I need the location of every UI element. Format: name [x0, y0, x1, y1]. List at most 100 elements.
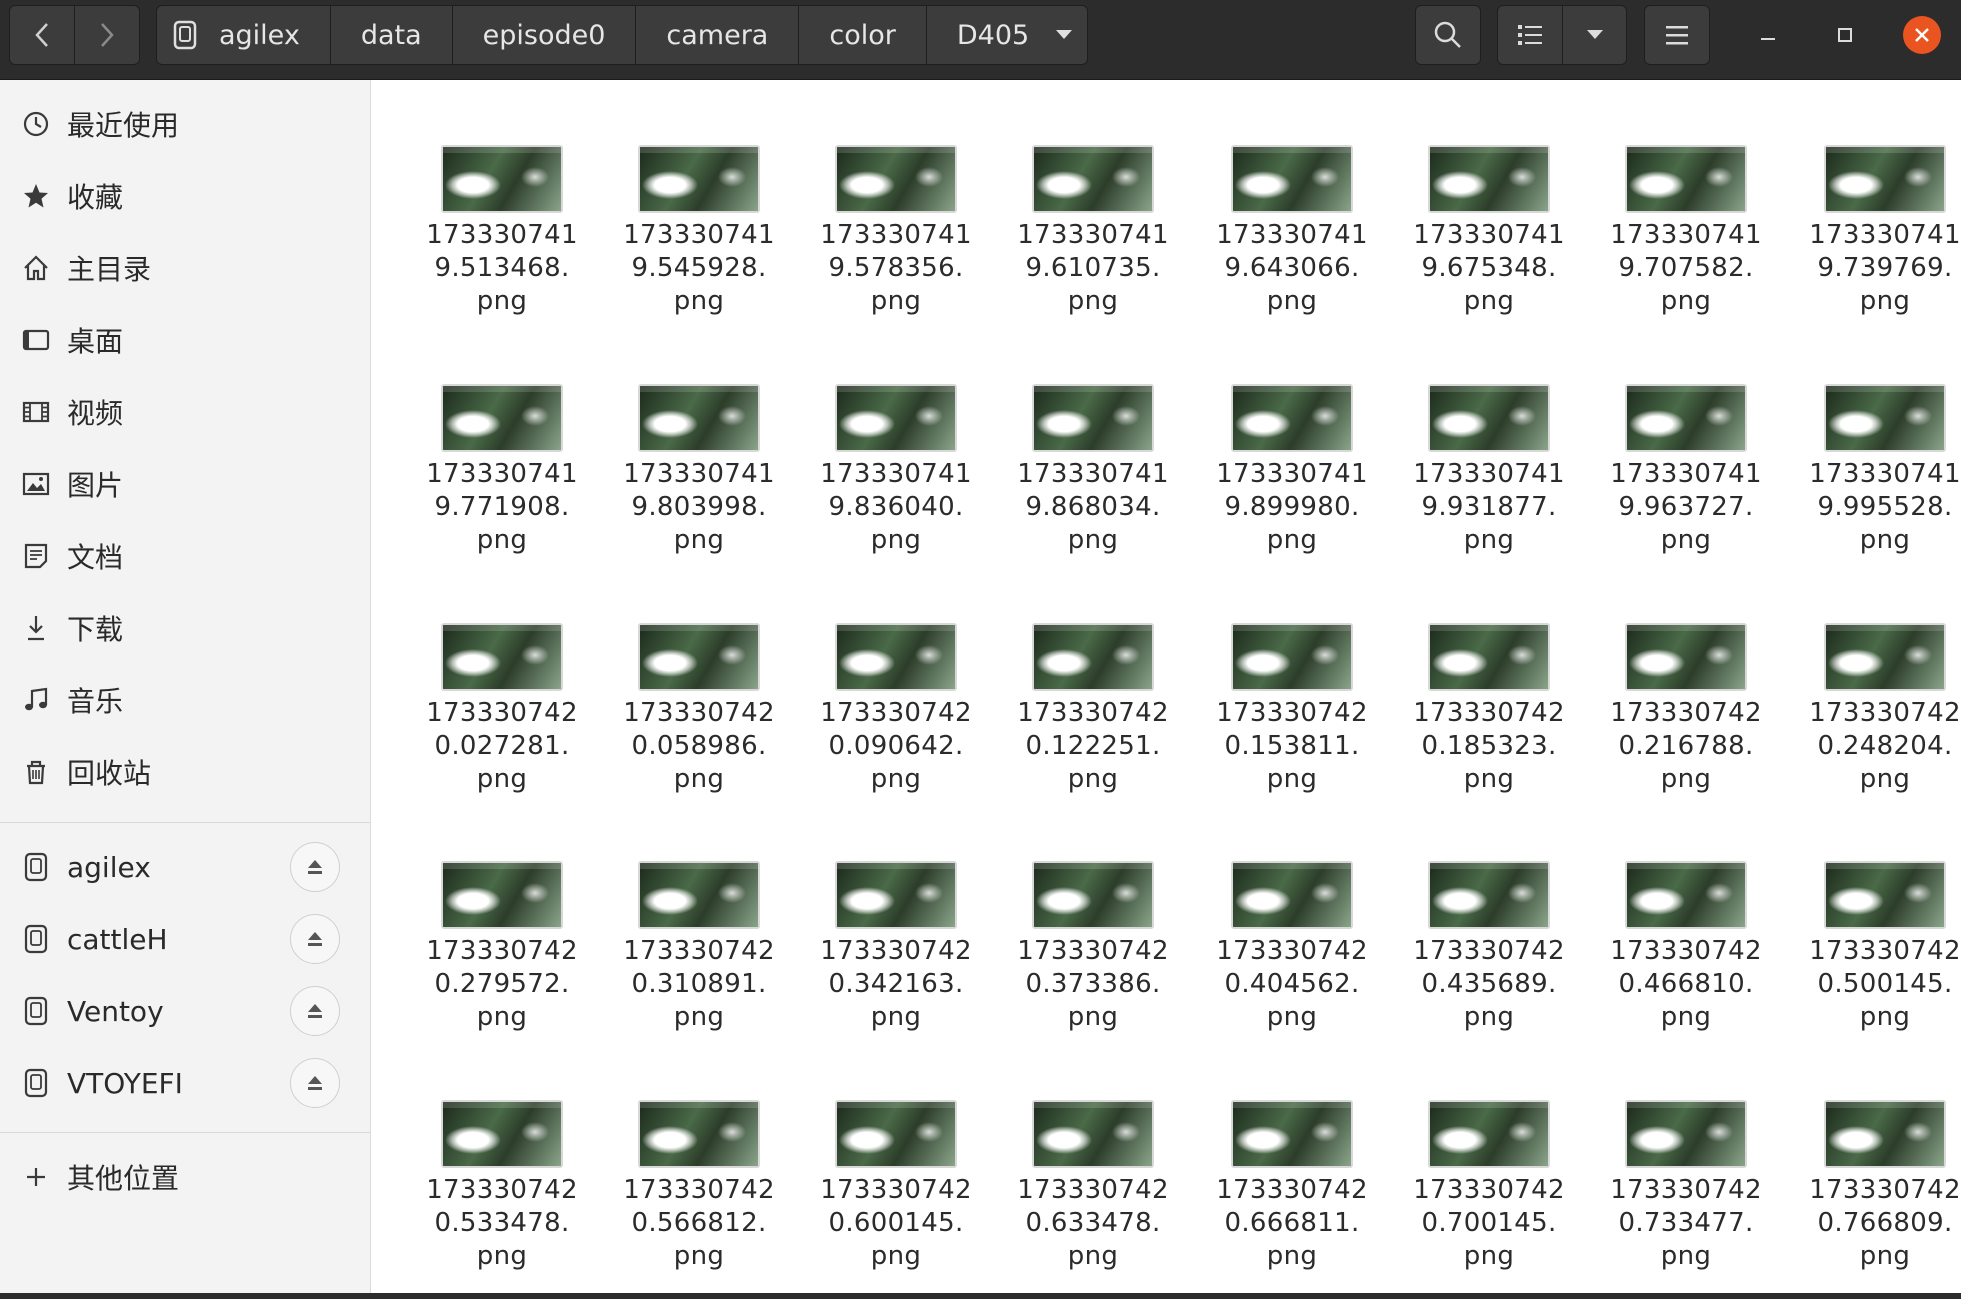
- file-name: 173330742 0.279572. png: [403, 935, 601, 1034]
- sidebar-item-documents[interactable]: 文档: [0, 526, 370, 586]
- file-item[interactable]: 173330741 9.836040. png: [797, 384, 971, 584]
- sidebar-item-desktop[interactable]: 桌面: [0, 310, 370, 370]
- file-item[interactable]: 173330741 9.963727. png: [1587, 384, 1761, 584]
- file-item[interactable]: 173330742 0.153811. png: [1193, 623, 1367, 823]
- sidebar-device-ventoy[interactable]: Ventoy: [0, 981, 370, 1041]
- file-item[interactable]: 173330741 9.931877. png: [1390, 384, 1564, 584]
- file-name-line: png: [1859, 1002, 1911, 1032]
- eject-icon: [308, 1076, 322, 1090]
- file-name-line: 9.771908.: [434, 492, 570, 522]
- file-name: 173330742 0.404562. png: [1193, 935, 1391, 1034]
- file-item[interactable]: 173330742 0.766809. png: [1786, 1100, 1960, 1293]
- file-name: 173330741 9.803998. png: [600, 458, 798, 557]
- clock-icon: [20, 108, 52, 140]
- sidebar-item-home[interactable]: 主目录: [0, 238, 370, 298]
- file-name-line: 0.404562.: [1224, 969, 1360, 999]
- file-item[interactable]: 173330741 9.739769. png: [1786, 145, 1960, 345]
- sidebar-item-videos[interactable]: 视频: [0, 382, 370, 442]
- file-item[interactable]: 173330742 0.090642. png: [797, 623, 971, 823]
- sidebar-item-pictures[interactable]: 图片: [0, 454, 370, 514]
- file-item[interactable]: 173330742 0.342163. png: [797, 861, 971, 1061]
- breadcrumb-item-camera[interactable]: camera: [636, 5, 800, 65]
- minimize-button[interactable]: [1745, 12, 1791, 58]
- file-item[interactable]: 173330742 0.466810. png: [1587, 861, 1761, 1061]
- file-item[interactable]: 173330741 9.610735. png: [994, 145, 1168, 345]
- sidebar-item-recent[interactable]: 最近使用: [0, 94, 370, 154]
- forward-button[interactable]: [75, 5, 140, 65]
- file-item[interactable]: 173330741 9.707582. png: [1587, 145, 1761, 345]
- breadcrumb-item-agilex[interactable]: agilex: [156, 5, 331, 65]
- sidebar-item-other-locations[interactable]: 其他位置: [0, 1147, 370, 1207]
- sidebar-item-starred[interactable]: 收藏: [0, 166, 370, 226]
- file-item[interactable]: 173330742 0.279572. png: [403, 861, 577, 1061]
- file-item[interactable]: 173330742 0.566812. png: [600, 1100, 774, 1293]
- file-item[interactable]: 173330742 0.600145. png: [797, 1100, 971, 1293]
- eject-button[interactable]: [290, 914, 340, 964]
- sidebar-device-agilex[interactable]: agilex: [0, 837, 370, 897]
- eject-icon: [308, 860, 322, 874]
- breadcrumb-item-data[interactable]: data: [330, 5, 453, 65]
- sidebar-item-music[interactable]: 音乐: [0, 670, 370, 730]
- file-item[interactable]: 173330742 0.216788. png: [1587, 623, 1761, 823]
- file-name-line: 173330741: [426, 459, 578, 489]
- file-name-line: 9.836040.: [828, 492, 964, 522]
- file-name: 173330741 9.931877. png: [1390, 458, 1588, 557]
- file-item[interactable]: 173330742 0.248204. png: [1786, 623, 1960, 823]
- file-name-line: png: [1660, 1241, 1712, 1271]
- file-item[interactable]: 173330741 9.995528. png: [1786, 384, 1960, 584]
- file-name-line: 0.058986.: [631, 731, 767, 761]
- file-item[interactable]: 173330742 0.310891. png: [600, 861, 774, 1061]
- file-name: 173330742 0.733477. png: [1587, 1174, 1785, 1273]
- file-name: 173330741 9.836040. png: [797, 458, 995, 557]
- sidebar-separator: [0, 1132, 370, 1133]
- file-item[interactable]: 173330742 0.500145. png: [1786, 861, 1960, 1061]
- file-item[interactable]: 173330741 9.899980. png: [1193, 384, 1367, 584]
- file-item[interactable]: 173330741 9.771908. png: [403, 384, 577, 584]
- file-item[interactable]: 173330741 9.513468. png: [403, 145, 577, 345]
- breadcrumb-item-d405[interactable]: D405: [926, 5, 1089, 65]
- file-thumbnail: [441, 384, 563, 452]
- menu-button[interactable]: [1644, 5, 1710, 65]
- file-thumbnail: [441, 861, 563, 929]
- file-item[interactable]: 173330741 9.643066. png: [1193, 145, 1367, 345]
- file-item[interactable]: 173330742 0.027281. png: [403, 623, 577, 823]
- sidebar-item-label: 收藏: [67, 181, 124, 214]
- sidebar-separator: [0, 822, 370, 823]
- file-item[interactable]: 173330742 0.058986. png: [600, 623, 774, 823]
- file-name-line: 9.899980.: [1224, 492, 1360, 522]
- chevron-down-icon: [1586, 30, 1603, 39]
- breadcrumb-item-color[interactable]: color: [799, 5, 927, 65]
- sidebar-device-cattleh[interactable]: cattleH: [0, 909, 370, 969]
- sidebar-item-downloads[interactable]: 下载: [0, 598, 370, 658]
- file-item[interactable]: 173330741 9.578356. png: [797, 145, 971, 345]
- sidebar-item-trash[interactable]: 回收站: [0, 742, 370, 802]
- file-item[interactable]: 173330742 0.666811. png: [1193, 1100, 1367, 1293]
- file-item[interactable]: 173330742 0.733477. png: [1587, 1100, 1761, 1293]
- file-item[interactable]: 173330741 9.545928. png: [600, 145, 774, 345]
- eject-button[interactable]: [290, 1058, 340, 1108]
- back-button[interactable]: [9, 5, 75, 65]
- file-item[interactable]: 173330742 0.185323. png: [1390, 623, 1564, 823]
- breadcrumb-item-episode0[interactable]: episode0: [452, 5, 637, 65]
- maximize-button[interactable]: [1822, 12, 1868, 58]
- file-name-line: png: [1067, 1241, 1119, 1271]
- eject-button[interactable]: [290, 986, 340, 1036]
- file-item[interactable]: 173330741 9.803998. png: [600, 384, 774, 584]
- file-item[interactable]: 173330741 9.675348. png: [1390, 145, 1564, 345]
- file-thumbnail: [1824, 861, 1946, 929]
- file-item[interactable]: 173330742 0.633478. png: [994, 1100, 1168, 1293]
- close-button[interactable]: [1899, 12, 1945, 58]
- file-item[interactable]: 173330742 0.700145. png: [1390, 1100, 1564, 1293]
- search-button[interactable]: [1415, 5, 1481, 65]
- eject-button[interactable]: [290, 842, 340, 892]
- file-item[interactable]: 173330742 0.435689. png: [1390, 861, 1564, 1061]
- file-item[interactable]: 173330742 0.122251. png: [994, 623, 1168, 823]
- file-item[interactable]: 173330742 0.373386. png: [994, 861, 1168, 1061]
- file-thumbnail: [1824, 1100, 1946, 1168]
- file-item[interactable]: 173330742 0.533478. png: [403, 1100, 577, 1293]
- list-view-button[interactable]: [1497, 5, 1563, 65]
- view-options-button[interactable]: [1563, 5, 1627, 65]
- file-item[interactable]: 173330742 0.404562. png: [1193, 861, 1367, 1061]
- sidebar-device-vtoyefi[interactable]: VTOYEFI: [0, 1053, 370, 1113]
- file-item[interactable]: 173330741 9.868034. png: [994, 384, 1168, 584]
